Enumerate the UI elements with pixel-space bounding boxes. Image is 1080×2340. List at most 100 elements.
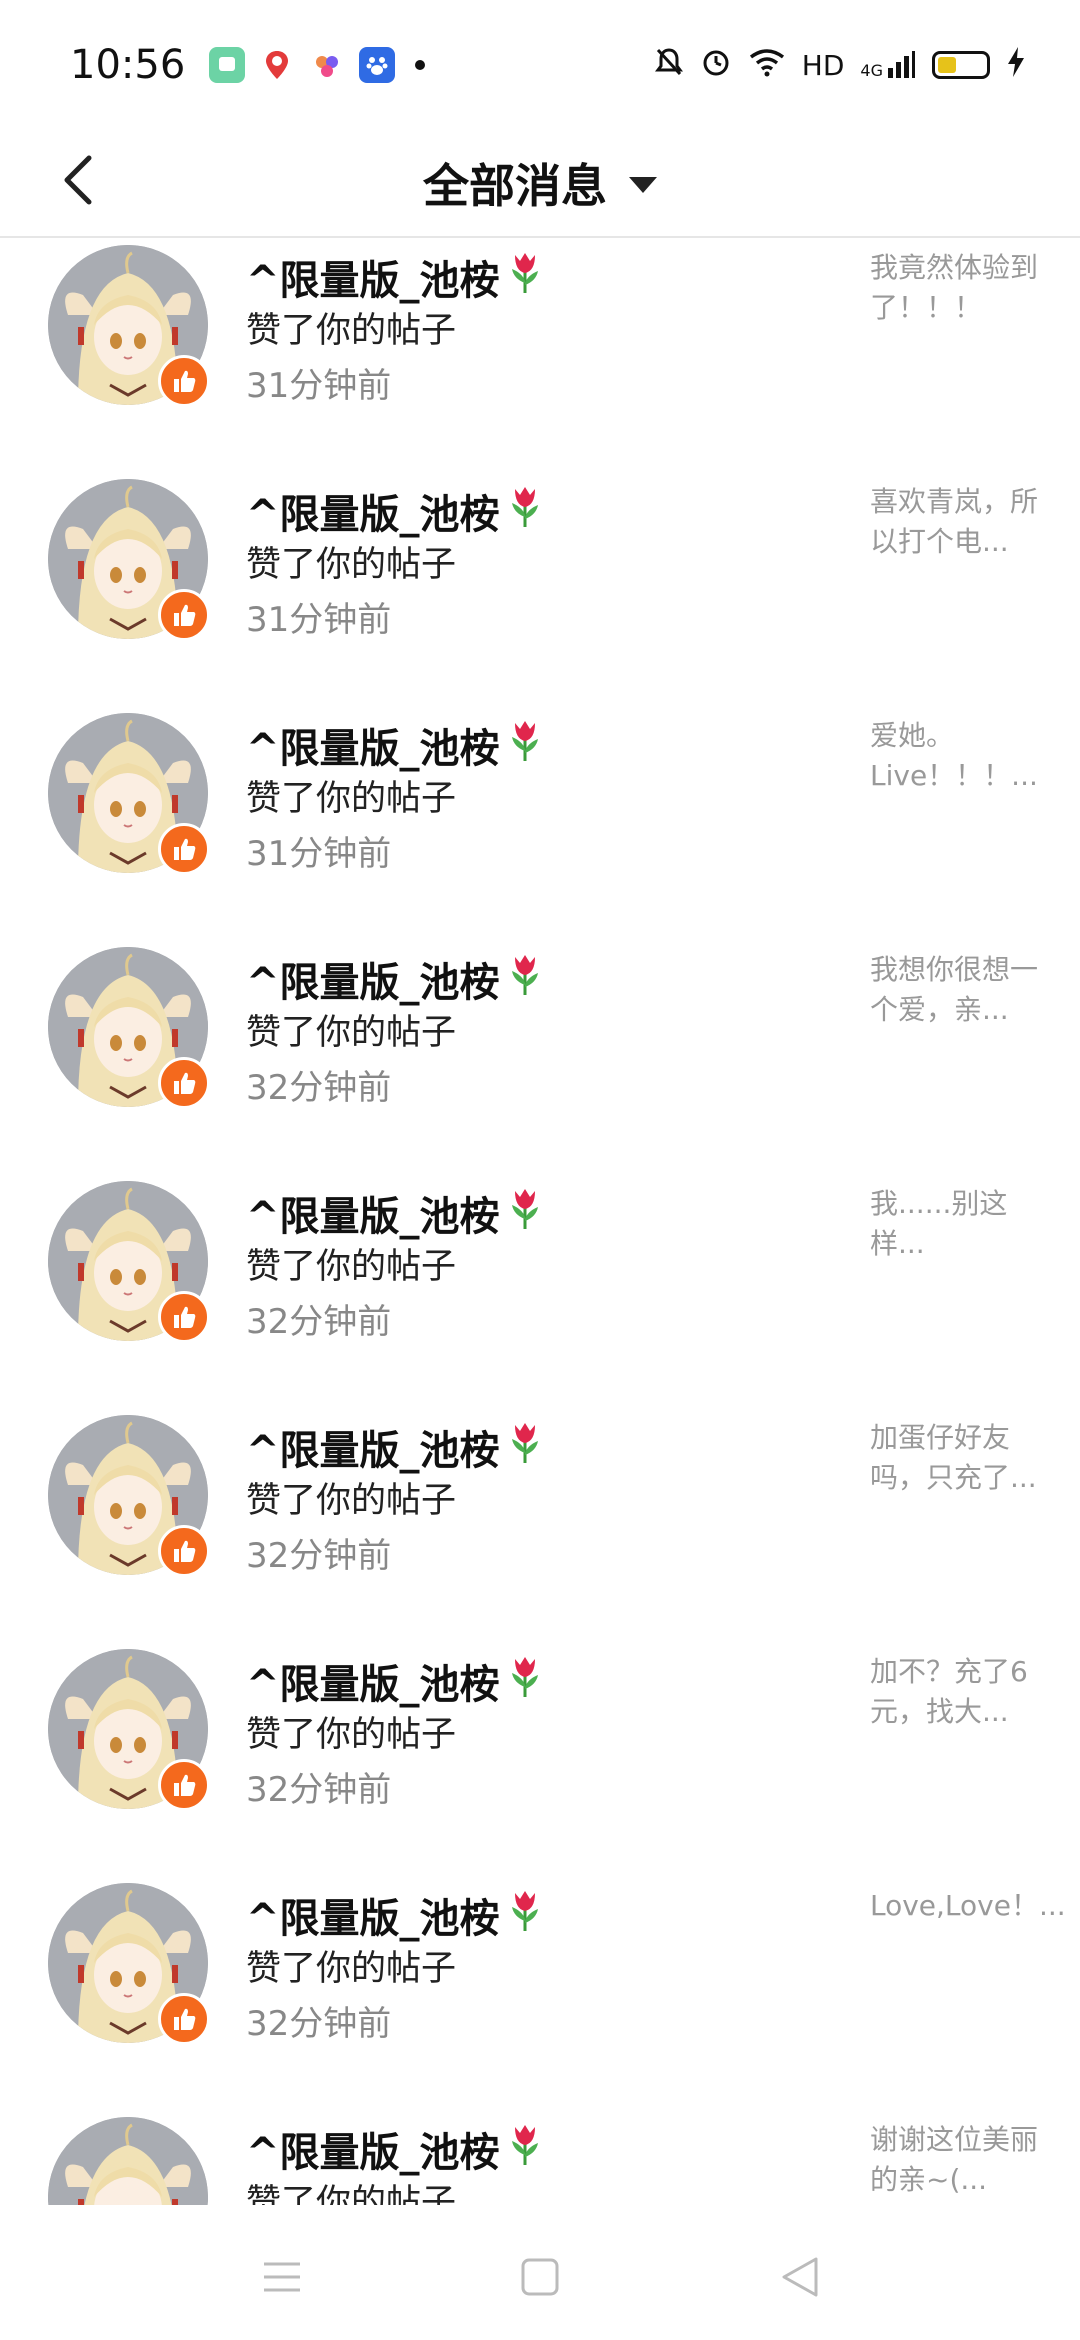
user-name-text: ^限量版_池桉 <box>246 1896 500 1942</box>
charging-bolt-icon <box>1006 46 1026 85</box>
notification-item[interactable]: ^限量版_池桉 赞了你的帖子 32分钟前 加不？充了6元，找大... <box>0 1644 1080 1878</box>
notification-item[interactable]: ^限量版_池桉 赞了你的帖子 32分钟前 加蛋仔好友吗，只充了... <box>0 1410 1080 1644</box>
user-name-text: ^限量版_池桉 <box>246 1428 500 1474</box>
post-preview[interactable]: Love,Love！... <box>870 1886 1066 1926</box>
home-button[interactable] <box>510 2247 570 2307</box>
menu-icon <box>264 2262 300 2292</box>
thumbs-up-icon <box>174 1540 196 1562</box>
action-text: 赞了你的帖子 <box>246 1481 457 1521</box>
timestamp: 31分钟前 <box>246 600 392 640</box>
user-name-text: ^限量版_池桉 <box>246 492 500 538</box>
action-text: 赞了你的帖子 <box>246 1949 457 1989</box>
signal-icon: 4G <box>860 50 916 80</box>
anime-avatar-image <box>48 2117 208 2205</box>
status-bar: 10:56 HD 4G <box>0 0 1080 130</box>
more-notifications-dot <box>415 60 426 70</box>
user-name-text: ^限量版_池桉 <box>246 726 500 772</box>
system-navigation-bar <box>0 2205 1080 2340</box>
tulip-icon <box>508 951 542 1007</box>
thumbs-up-icon <box>174 838 196 860</box>
mute-bell-icon <box>654 46 684 85</box>
thumbs-up-icon <box>174 604 196 626</box>
hd-indicator: HD <box>801 48 845 82</box>
alarm-clock-icon <box>700 46 732 85</box>
like-badge <box>158 355 210 407</box>
thumbs-up-icon <box>174 1774 196 1796</box>
user-name[interactable]: ^限量版_池桉 <box>246 950 542 1008</box>
menu-button[interactable] <box>252 2247 312 2307</box>
timestamp: 32分钟前 <box>246 1302 392 1342</box>
user-name-text: ^限量版_池桉 <box>246 960 500 1006</box>
baidu-paw-app-icon <box>359 47 396 83</box>
thumbs-up-icon <box>174 2008 196 2030</box>
user-name[interactable]: ^限量版_池桉 <box>246 716 542 774</box>
notification-item[interactable]: ^限量版_池桉 赞了你的帖子 32分钟前 我......别这样... <box>0 1176 1080 1410</box>
tulip-icon <box>508 249 542 305</box>
home-square-icon <box>521 2258 559 2296</box>
back-triangle-icon <box>782 2257 818 2297</box>
user-name[interactable]: ^限量版_池桉 <box>246 482 542 540</box>
battery-icon <box>932 51 990 79</box>
tulip-icon <box>508 483 542 539</box>
tulip-icon <box>508 717 542 773</box>
like-badge <box>158 1759 210 1811</box>
notification-item[interactable]: ^限量版_池桉 赞了你的帖子 32分钟前 Love,Love！... <box>0 1878 1080 2112</box>
user-name-text: ^限量版_池桉 <box>246 1662 500 1708</box>
post-preview[interactable]: 我想你很想一个爱，亲... <box>870 950 1050 1030</box>
palette-app-icon <box>309 47 346 83</box>
like-badge <box>158 1291 210 1343</box>
post-preview[interactable]: 加蛋仔好友吗，只充了... <box>870 1418 1050 1498</box>
timestamp: 32分钟前 <box>246 1536 392 1576</box>
timestamp: 32分钟前 <box>246 2004 392 2044</box>
action-text: 赞了你的帖子 <box>246 1013 457 1053</box>
thumbs-up-icon <box>174 1306 196 1328</box>
like-badge <box>158 1525 210 1577</box>
like-badge <box>158 589 210 641</box>
user-name[interactable]: ^限量版_池桉 <box>246 2120 542 2178</box>
notification-item[interactable]: ^限量版_池桉 赞了你的帖子 谢谢这位美丽的亲~(... <box>0 2112 1080 2205</box>
tulip-icon <box>508 1653 542 1709</box>
network-type: 4G <box>860 61 883 80</box>
notification-item[interactable]: ^限量版_池桉 赞了你的帖子 31分钟前 我竟然体验到了！！！ <box>0 240 1080 474</box>
timestamp: 31分钟前 <box>246 834 392 874</box>
page-title: 全部消息 <box>423 159 607 213</box>
location-pin-app-icon <box>259 47 296 83</box>
post-preview[interactable]: 我竟然体验到了！！！ <box>870 248 1050 328</box>
wifi-icon <box>748 47 786 84</box>
post-preview[interactable]: 喜欢青岚，所以打个电... <box>870 482 1050 562</box>
caret-down-icon <box>629 177 657 193</box>
user-name-text: ^限量版_池桉 <box>246 1194 500 1240</box>
user-name[interactable]: ^限量版_池桉 <box>246 1418 542 1476</box>
notification-list[interactable]: ^限量版_池桉 赞了你的帖子 31分钟前 我竟然体验到了！！！ ^限量版_池桉 … <box>0 240 1080 2205</box>
tulip-icon <box>508 1185 542 1241</box>
notification-item[interactable]: ^限量版_池桉 赞了你的帖子 31分钟前 爱她。Live！！！... <box>0 708 1080 942</box>
message-filter-dropdown[interactable]: 全部消息 <box>0 130 1080 236</box>
user-name[interactable]: ^限量版_池桉 <box>246 1886 542 1944</box>
user-name-text: ^限量版_池桉 <box>246 2130 500 2176</box>
timestamp: 32分钟前 <box>246 1770 392 1810</box>
thumbs-up-icon <box>174 370 196 392</box>
tulip-icon <box>508 2121 542 2177</box>
action-text: 赞了你的帖子 <box>246 311 457 351</box>
action-text: 赞了你的帖子 <box>246 779 457 819</box>
timestamp: 32分钟前 <box>246 1068 392 1108</box>
status-right: HD 4G <box>654 46 1026 85</box>
post-preview[interactable]: 我......别这样... <box>870 1184 1050 1264</box>
user-name[interactable]: ^限量版_池桉 <box>246 1184 542 1242</box>
action-text: 赞了你的帖子 <box>246 1715 457 1755</box>
post-preview[interactable]: 爱她。Live！！！... <box>870 716 1050 796</box>
user-name[interactable]: ^限量版_池桉 <box>246 1652 542 1710</box>
header: 全部消息 <box>0 130 1080 238</box>
like-badge <box>158 1993 210 2045</box>
thumbs-up-icon <box>174 1072 196 1094</box>
post-preview[interactable]: 加不？充了6元，找大... <box>870 1652 1050 1732</box>
back-nav-button[interactable] <box>770 2247 830 2307</box>
post-preview[interactable]: 谢谢这位美丽的亲~(... <box>870 2120 1050 2200</box>
notification-item[interactable]: ^限量版_池桉 赞了你的帖子 32分钟前 我想你很想一个爱，亲... <box>0 942 1080 1176</box>
user-name[interactable]: ^限量版_池桉 <box>246 248 542 306</box>
like-badge <box>158 823 210 875</box>
user-name-text: ^限量版_池桉 <box>246 258 500 304</box>
avatar[interactable] <box>48 2117 208 2205</box>
notification-item[interactable]: ^限量版_池桉 赞了你的帖子 31分钟前 喜欢青岚，所以打个电... <box>0 474 1080 708</box>
like-badge <box>158 1057 210 1109</box>
